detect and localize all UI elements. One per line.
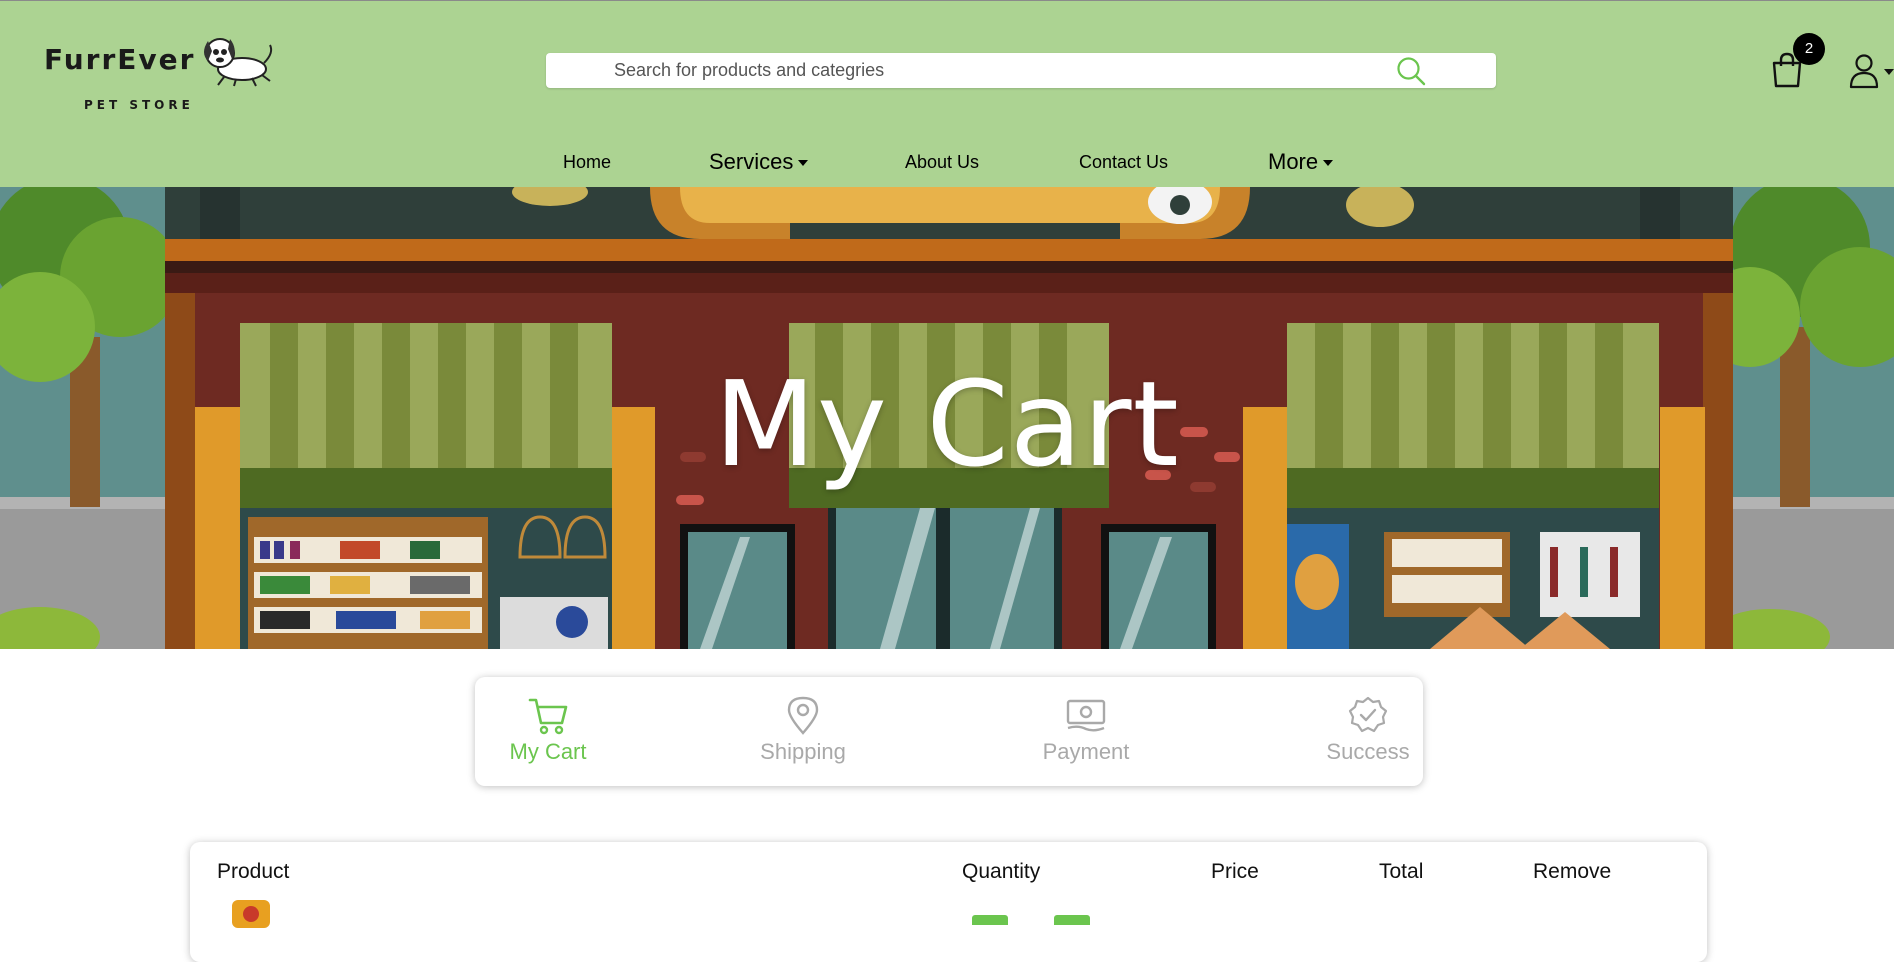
column-header-product: Product [217,860,290,883]
cart-table: Product Quantity Price Total Remove [190,842,1707,962]
nav-services[interactable]: Services [709,149,809,175]
site-header: FurrEver PET STORE 2 Home Servi [0,0,1894,187]
cart-count-badge: 2 [1793,33,1825,65]
step-payment[interactable]: Payment [1011,695,1161,765]
nav-home[interactable]: Home [563,152,611,173]
search-input[interactable] [546,53,1426,88]
quantity-increase-button[interactable] [1054,915,1090,925]
checkout-steps: My Cart Shipping Payment Success [475,677,1423,786]
column-header-remove: Remove [1533,860,1612,883]
brand-name: FurrEver [44,43,196,76]
step-label: Success [1326,739,1410,764]
step-label: My Cart [509,739,587,764]
nav-more[interactable]: More [1268,149,1334,175]
cart-icon [528,698,568,735]
brand-tagline: PET STORE [84,98,194,112]
column-header-quantity: Quantity [962,860,1041,883]
step-success[interactable]: Success [1293,695,1443,765]
location-pin-icon [787,696,819,735]
step-shipping[interactable]: Shipping [728,695,878,765]
caret-down-icon [798,160,809,167]
nav-services-label: Services [709,149,794,174]
nav-more-label: More [1268,149,1319,174]
page-title: My Cart [714,355,1180,493]
brand-logo[interactable]: FurrEver PET STORE [44,31,274,121]
dog-mascot-icon [204,38,273,87]
cash-icon [1066,699,1106,732]
main-nav: Home Services About Us Contact Us More [0,149,1894,179]
step-my-cart[interactable]: My Cart [473,695,623,765]
user-account-icon[interactable] [1848,53,1894,89]
hero-banner: My Cart [0,187,1894,649]
column-header-total: Total [1379,860,1424,883]
step-label: Payment [1042,739,1130,764]
nav-contact[interactable]: Contact Us [1079,152,1168,173]
check-badge-icon [1348,696,1388,733]
column-header-price: Price [1211,860,1259,883]
nav-about[interactable]: About Us [905,152,979,173]
caret-down-icon [1323,160,1334,167]
search-icon[interactable] [1396,56,1426,86]
search-bar [546,53,1496,88]
quantity-decrease-button[interactable] [972,915,1008,925]
product-thumbnail[interactable] [228,898,274,928]
step-label: Shipping [760,739,846,764]
